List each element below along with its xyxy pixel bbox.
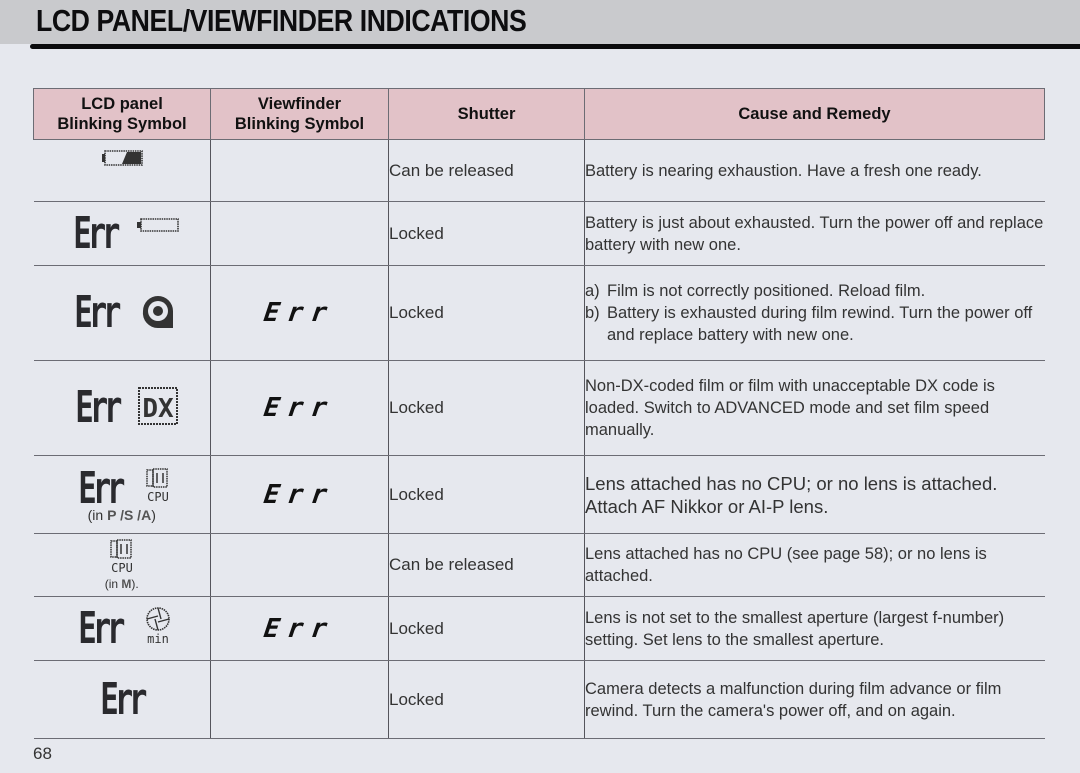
header-viewfinder: Viewfinder Blinking Symbol <box>210 88 389 140</box>
dx-icon-label: DX <box>142 394 174 424</box>
header-lcd-line2: Blinking Symbol <box>57 115 187 133</box>
title-bar: LCD PANEL/VIEWFINDER INDICATIONS <box>0 0 1080 44</box>
table-row: Err Err Locked a) Film is not correctly p… <box>33 265 1045 361</box>
cpu-icon-label: CPU <box>147 490 169 504</box>
cpu-icon-label: CPU <box>111 561 133 575</box>
table-row: Err min Err Locked Lens is not set to th… <box>33 596 1045 661</box>
note-suffix: ). <box>131 576 139 591</box>
battery-empty-icon <box>136 217 180 238</box>
viewfinder-symbol-cell: Err <box>210 360 389 456</box>
cause-remedy: Lens is not set to the smallest aperture… <box>584 596 1045 661</box>
viewfinder-err-text: Err <box>261 613 338 644</box>
table-row: Err CPU (in P /S /A) Err Locked Lens att… <box>33 455 1045 534</box>
cause-item-b: b) Battery is exhausted during film rewin… <box>585 302 1045 346</box>
table-row: Err Locked Camera detects a malfunction … <box>33 660 1045 739</box>
shutter-status: Locked <box>388 455 585 534</box>
viewfinder-symbol-cell <box>210 533 389 597</box>
viewfinder-err-text: Err <box>261 298 338 328</box>
table-row: Can be released Battery is nearing exhau… <box>33 139 1045 202</box>
table-row: Err Locked Battery is just about exhaust… <box>33 201 1045 266</box>
lcd-symbol-cell: Err DX <box>33 360 211 456</box>
mode-note: (in M). <box>34 576 211 592</box>
viewfinder-err-text: Err <box>261 479 338 510</box>
cause-remedy: Non-DX-coded film or film with unaccepta… <box>584 360 1045 456</box>
cause-text-b: Battery is exhausted during film rewind.… <box>607 304 1033 344</box>
header-vf-line1: Viewfinder <box>257 95 342 113</box>
shutter-status: Locked <box>388 360 585 456</box>
lcd-err-text: Err <box>78 602 125 654</box>
cpu-lens-icon: CPU <box>141 468 175 509</box>
viewfinder-symbol-cell <box>210 139 389 202</box>
table-row: CPU (in M). Can be released Lens attache… <box>33 533 1045 597</box>
lcd-symbol-cell: Err min <box>33 596 211 661</box>
note-prefix: (in <box>104 576 122 591</box>
shutter-status: Locked <box>388 201 585 266</box>
lcd-symbol-cell: Err CPU (in P /S /A) <box>33 455 211 534</box>
table-row: Err DX Err Locked Non-DX-coded film or f… <box>33 360 1045 456</box>
lcd-symbol-cell: CPU (in M). <box>33 533 211 597</box>
battery-low-icon <box>101 150 143 171</box>
cpu-lens-icon: CPU <box>105 538 139 580</box>
table-header-row: LCD panel Blinking Symbol Viewfinder Bli… <box>33 88 1045 140</box>
lcd-err-text: Err <box>73 207 120 259</box>
viewfinder-symbol-cell <box>210 660 389 739</box>
cause-item-a: a) Film is not correctly positioned. Relo… <box>585 280 1045 302</box>
mode-note: (in P /S /A) <box>34 507 211 523</box>
lcd-err-text: Err <box>74 287 121 338</box>
shutter-status: Locked <box>388 660 585 739</box>
header-lcd-panel: LCD panel Blinking Symbol <box>33 88 211 140</box>
page-number: 68 <box>33 744 52 763</box>
note-modes: M <box>121 576 132 591</box>
viewfinder-symbol-cell: Err <box>210 265 389 361</box>
header-lcd-line1: LCD panel <box>81 95 163 113</box>
header-vf-line2: Blinking Symbol <box>234 115 365 133</box>
lcd-err-text: Err <box>75 382 122 433</box>
cause-key-a: a) <box>585 282 600 300</box>
cause-key-b: b) <box>585 304 600 322</box>
viewfinder-symbol-cell: Err <box>210 596 389 661</box>
shutter-status: Locked <box>388 265 585 361</box>
viewfinder-symbol-cell: Err <box>210 455 389 534</box>
page-title: LCD PANEL/VIEWFINDER INDICATIONS <box>36 3 527 38</box>
header-cause-remedy: Cause and Remedy <box>584 88 1045 140</box>
cause-text-a: Film is not correctly positioned. Reload… <box>607 282 926 300</box>
cause-remedy: Lens attached has no CPU (see page 58); … <box>584 533 1045 597</box>
film-cartridge-icon <box>137 290 179 337</box>
aperture-min-icon: min <box>141 606 175 651</box>
indications-table: LCD panel Blinking Symbol Viewfinder Bli… <box>33 88 1045 739</box>
title-underline <box>30 44 1080 49</box>
lcd-symbol-cell: Err <box>33 265 211 361</box>
viewfinder-symbol-cell <box>210 201 389 266</box>
lcd-err-text: Err <box>100 673 147 725</box>
note-suffix: ) <box>151 506 156 523</box>
lcd-symbol-cell: Err <box>33 660 211 739</box>
lcd-symbol-cell: Err <box>33 201 211 266</box>
cause-remedy: Battery is nearing exhaustion. Have a fr… <box>584 139 1045 202</box>
lcd-err-text: Err <box>78 462 125 514</box>
dx-icon: DX <box>137 386 178 430</box>
cause-remedy: Camera detects a malfunction during film… <box>584 660 1045 739</box>
cause-remedy: Lens attached has no CPU; or no lens is … <box>584 455 1045 534</box>
shutter-status: Locked <box>388 596 585 661</box>
header-shutter: Shutter <box>388 88 585 140</box>
cause-remedy: Battery is just about exhausted. Turn th… <box>584 201 1045 266</box>
viewfinder-err-text: Err <box>261 393 338 423</box>
shutter-status: Can be released <box>388 533 585 597</box>
cause-remedy: a) Film is not correctly positioned. Relo… <box>584 265 1045 361</box>
lcd-symbol-cell <box>33 139 211 202</box>
shutter-status: Can be released <box>388 139 585 202</box>
min-icon-label: min <box>147 632 169 646</box>
